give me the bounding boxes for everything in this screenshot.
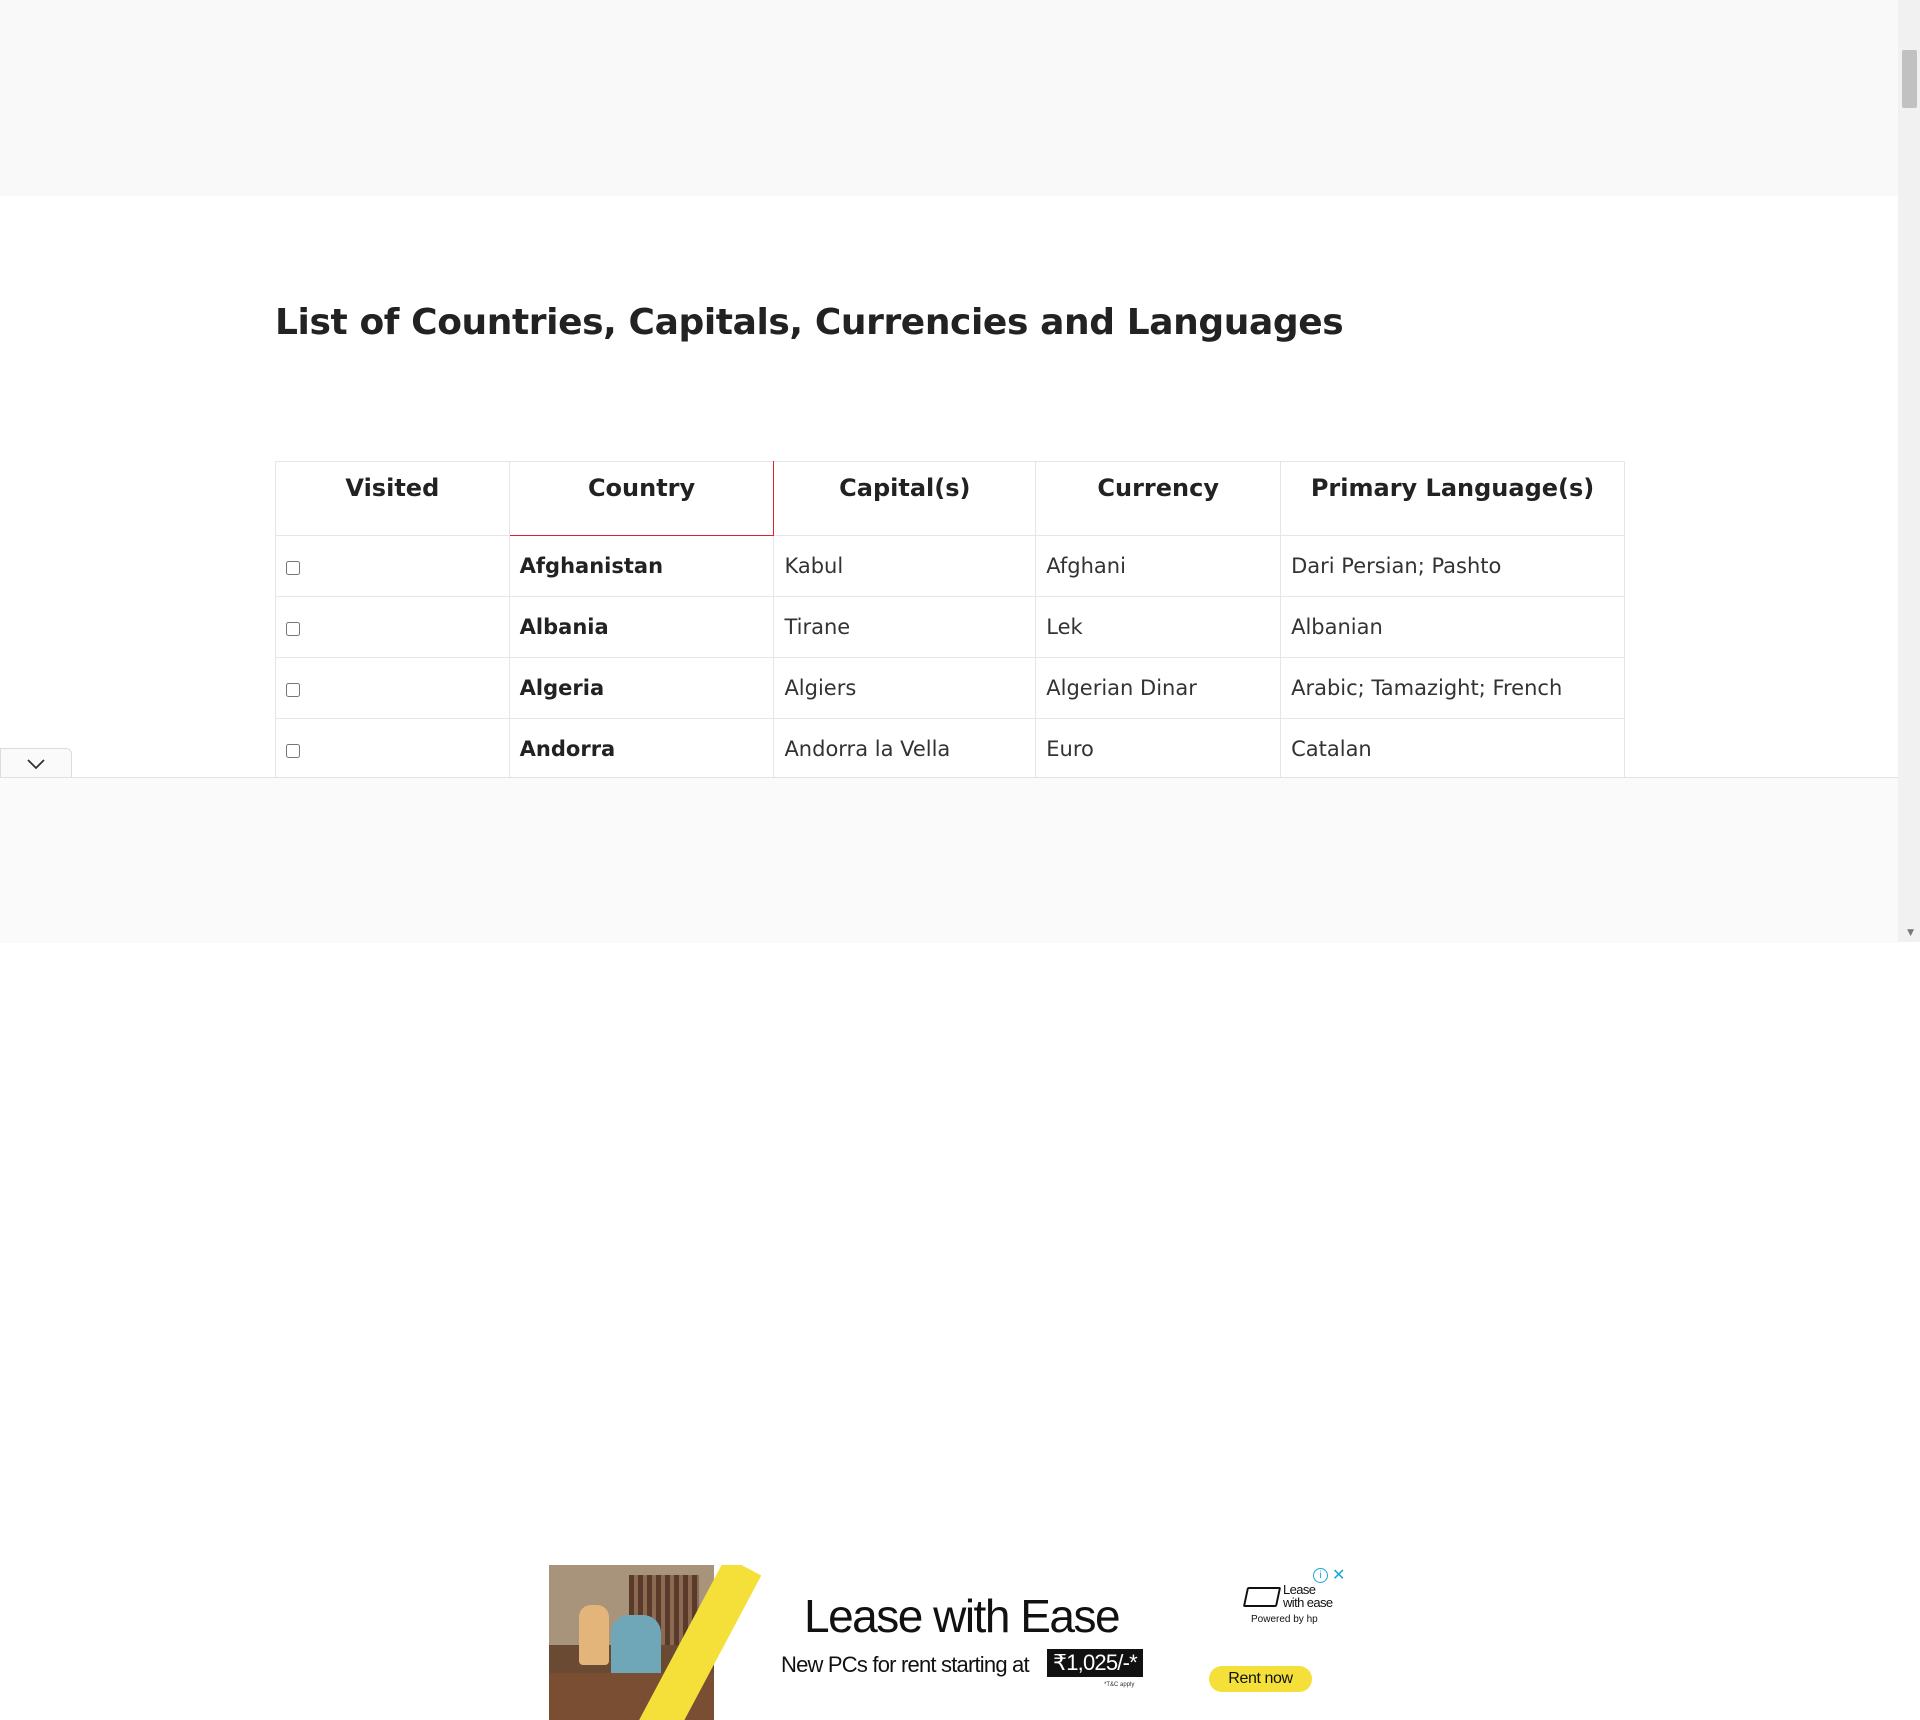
chevron-down-icon <box>27 759 45 770</box>
country-cell: Andorra <box>508 718 775 780</box>
top-ad-space <box>0 0 1898 196</box>
country-cell: Albania <box>508 596 775 658</box>
visited-checkbox[interactable] <box>286 622 300 636</box>
scroll-down-arrow-icon[interactable]: ▼ <box>1907 928 1914 938</box>
laptop-icon <box>1242 1587 1282 1607</box>
language-cell: Dari Persian; Pashto <box>1280 535 1625 597</box>
countries-table: Visited Country Capital(s) Currency Prim… <box>275 461 1625 780</box>
visited-cell <box>275 535 510 597</box>
bottom-ad-bar: Lease with Ease New PCs for rent startin… <box>0 777 1898 1720</box>
page-scrollbar[interactable]: ▼ <box>1898 0 1920 942</box>
ad-tnc: *T&C apply <box>1104 1682 1135 1688</box>
ad-powered-by: Powered by hp <box>1251 1614 1318 1625</box>
visited-checkbox[interactable] <box>286 561 300 575</box>
page-title: List of Countries, Capitals, Currencies … <box>275 302 1344 343</box>
capital-cell: Tirane <box>773 596 1037 658</box>
currency-cell: Euro <box>1035 718 1282 780</box>
visited-checkbox[interactable] <box>286 683 300 697</box>
language-cell: Arabic; Tamazight; French <box>1280 657 1625 719</box>
ad-headline: Lease with Ease <box>804 1590 1121 1642</box>
language-cell: Catalan <box>1280 718 1625 780</box>
table-header-row: Visited Country Capital(s) Currency Prim… <box>275 461 1625 536</box>
visited-cell <box>275 657 510 719</box>
ad-brand-line2: with ease <box>1283 1595 1333 1610</box>
ad-banner[interactable]: Lease with Ease New PCs for rent startin… <box>549 1565 1350 1720</box>
ad-close-icon[interactable]: ✕ <box>1332 1565 1345 1585</box>
header-country[interactable]: Country <box>508 461 775 536</box>
table-row: Afghanistan Kabul Afghani Dari Persian; … <box>275 535 1625 597</box>
header-capital[interactable]: Capital(s) <box>773 461 1037 536</box>
header-currency[interactable]: Currency <box>1035 461 1282 536</box>
ad-brand-logo: Lease with ease <box>1241 1581 1333 1617</box>
ad-collapse-toggle[interactable] <box>0 748 72 779</box>
visited-cell <box>275 596 510 658</box>
table-row: Algeria Algiers Algerian Dinar Arabic; T… <box>275 657 1625 719</box>
header-language[interactable]: Primary Language(s) <box>1280 461 1625 536</box>
currency-cell: Afghani <box>1035 535 1282 597</box>
language-cell: Albanian <box>1280 596 1625 658</box>
ad-info-icon[interactable]: i <box>1313 1568 1328 1583</box>
country-cell: Afghanistan <box>508 535 775 597</box>
capital-cell: Kabul <box>773 535 1037 597</box>
ad-rent-now-button[interactable]: Rent now <box>1209 1666 1312 1692</box>
capital-cell: Andorra la Vella <box>773 718 1037 780</box>
ad-price: ₹1,025/-* <box>1047 1649 1143 1677</box>
table-row: Andorra Andorra la Vella Euro Catalan <box>275 718 1625 780</box>
currency-cell: Lek <box>1035 596 1282 658</box>
capital-cell: Algiers <box>773 657 1037 719</box>
scrollbar-thumb[interactable] <box>1902 50 1917 108</box>
currency-cell: Algerian Dinar <box>1035 657 1282 719</box>
header-visited[interactable]: Visited <box>275 461 510 536</box>
ad-subline: New PCs for rent starting at <box>781 1652 1030 1677</box>
table-row: Albania Tirane Lek Albanian <box>275 596 1625 658</box>
visited-cell <box>275 718 510 780</box>
country-cell: Algeria <box>508 657 775 719</box>
visited-checkbox[interactable] <box>286 744 300 758</box>
